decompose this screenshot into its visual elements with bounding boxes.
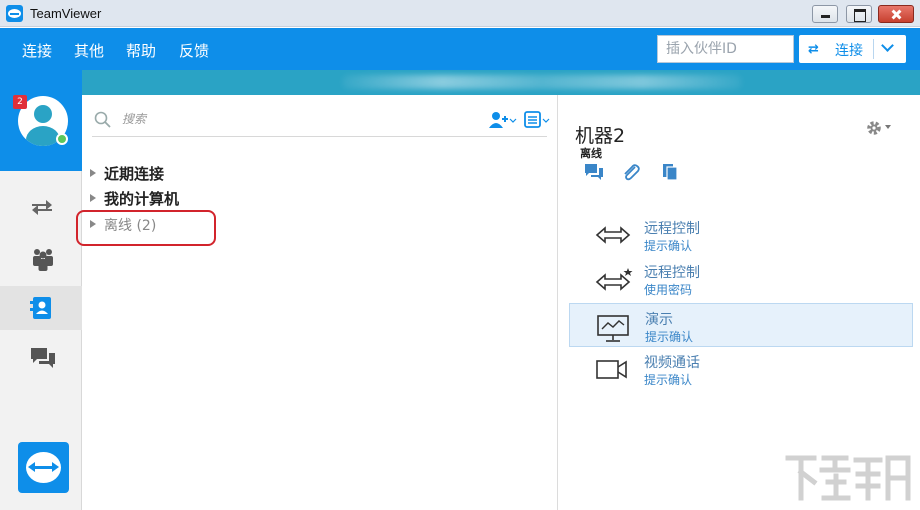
menu-connect[interactable]: 连接 <box>22 40 52 61</box>
teamviewer-logo[interactable] <box>18 442 69 493</box>
copy-icon[interactable] <box>661 163 679 181</box>
chevron-down-icon[interactable] <box>881 39 894 52</box>
blurred-info-text <box>342 75 742 89</box>
action-subtitle: 使用密码 <box>644 283 693 297</box>
machine-status: 离线 <box>580 147 602 160</box>
window-title: TeamViewer <box>30 6 102 21</box>
search-input[interactable] <box>122 112 452 126</box>
gear-icon[interactable] <box>865 119 883 137</box>
group-my-computers[interactable]: 我的计算机 <box>90 188 179 209</box>
highlight-annotation <box>76 210 216 246</box>
machine-name: 机器2 <box>575 125 626 147</box>
group-recent-connections[interactable]: 近期连接 <box>90 163 164 184</box>
contacts-panel: 近期连接 我的计算机 离线 (2) <box>76 95 558 510</box>
meeting-icon <box>33 249 53 271</box>
machine-detail-panel: 机器2 离线 远程控制 提示确认 远程控制 使用密码 演示 提示确认 视频通话 … <box>559 95 920 510</box>
group-label: 我的计算机 <box>104 190 180 208</box>
sidebar-item-remote-control[interactable] <box>0 187 82 231</box>
online-status-dot <box>56 133 68 145</box>
action-remote-control-password[interactable]: 远程控制 使用密码 <box>569 257 913 301</box>
expand-triangle-icon <box>90 194 96 202</box>
sidebar-item-chat[interactable] <box>0 336 82 380</box>
video-camera-icon <box>596 360 627 379</box>
remote-control-icon <box>595 226 631 244</box>
contacts-icon <box>30 297 51 319</box>
action-subtitle: 提示确认 <box>644 373 693 387</box>
menu-other[interactable]: 其他 <box>74 40 104 61</box>
sidebar-item-meeting[interactable] <box>0 237 82 281</box>
menu-bar: 连接 其他 帮助 反馈 ⇄ 连接 <box>0 28 920 70</box>
menu-help[interactable]: 帮助 <box>126 40 156 61</box>
chat-icon[interactable] <box>584 163 604 181</box>
action-title: 远程控制 <box>644 265 700 281</box>
presentation-icon <box>597 315 629 342</box>
partner-id-input[interactable] <box>657 35 794 63</box>
connect-button[interactable]: ⇄ 连接 <box>799 35 906 63</box>
sidebar-item-contacts[interactable] <box>0 286 82 330</box>
action-presentation[interactable]: 演示 提示确认 <box>569 303 913 347</box>
connect-arrows-icon <box>32 200 52 215</box>
teamviewer-app-icon <box>6 5 23 22</box>
chevron-down-icon[interactable] <box>885 125 891 129</box>
profile-area[interactable]: 2 <box>0 70 82 171</box>
list-view-icon[interactable] <box>524 110 550 130</box>
watermark-logo <box>785 455 911 501</box>
connect-button-label: 连接 <box>835 43 863 59</box>
action-title: 远程控制 <box>644 221 700 237</box>
search-bar <box>92 109 550 137</box>
add-contact-icon[interactable] <box>487 110 517 130</box>
chat-icon <box>31 348 55 368</box>
minimize-button[interactable] <box>812 5 838 23</box>
notification-badge: 2 <box>13 95 27 109</box>
group-label: 近期连接 <box>104 165 165 183</box>
attachment-icon[interactable] <box>621 163 641 181</box>
sidebar: 2 <box>0 70 82 510</box>
action-remote-control-confirm[interactable]: 远程控制 提示确认 <box>569 213 913 257</box>
action-subtitle: 提示确认 <box>645 330 694 344</box>
close-button[interactable] <box>878 5 914 23</box>
expand-triangle-icon <box>90 169 96 177</box>
action-video-call[interactable]: 视频通话 提示确认 <box>569 347 913 391</box>
info-strip <box>82 70 920 95</box>
menu-feedback[interactable]: 反馈 <box>179 40 209 61</box>
button-divider <box>873 39 874 59</box>
action-title: 演示 <box>645 312 673 328</box>
title-bar: TeamViewer <box>0 0 920 27</box>
remote-control-password-icon <box>595 268 633 291</box>
action-subtitle: 提示确认 <box>644 239 693 253</box>
search-icon <box>94 111 111 128</box>
action-title: 视频通话 <box>644 355 700 371</box>
maximize-button[interactable] <box>846 5 872 23</box>
connect-arrows-icon: ⇄ <box>808 42 819 57</box>
